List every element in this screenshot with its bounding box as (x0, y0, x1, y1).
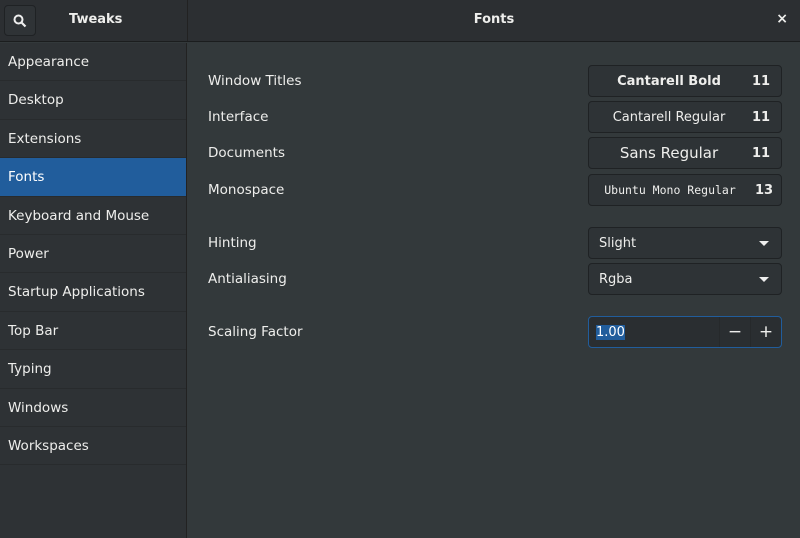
app-title: Tweaks (69, 12, 123, 27)
close-icon[interactable]: × (776, 11, 788, 27)
increment-button[interactable]: + (750, 317, 781, 347)
fonts-panel: Window Titles Cantarell Bold 11 Interfac… (188, 43, 800, 538)
sidebar-item-top-bar[interactable]: Top Bar (0, 312, 186, 351)
sidebar-item-startup-applications[interactable]: Startup Applications (0, 273, 186, 312)
antialiasing-value: Rgba (599, 271, 633, 287)
sidebar-item-windows[interactable]: Windows (0, 389, 186, 427)
font-name: Ubuntu Mono Regular (604, 183, 736, 197)
font-name: Cantarell Bold (617, 73, 721, 89)
antialiasing-label: Antialiasing (208, 271, 287, 287)
scaling-row: Scaling Factor 1.00 − + (208, 316, 782, 348)
interface-label: Interface (208, 109, 269, 125)
font-size: 11 (751, 73, 771, 89)
header-bar: Tweaks Fonts × (0, 0, 800, 42)
decrement-button[interactable]: − (719, 317, 750, 347)
font-name: Cantarell Regular (612, 109, 726, 125)
documents-label: Documents (208, 145, 285, 161)
search-button[interactable] (4, 5, 36, 36)
antialiasing-row: Antialiasing Rgba (208, 263, 782, 295)
monospace-row: Monospace Ubuntu Mono Regular 13 (208, 174, 782, 206)
hinting-label: Hinting (208, 235, 257, 251)
page-title: Fonts (473, 12, 515, 27)
interface-row: Interface Cantarell Regular 11 (208, 101, 782, 133)
monospace-font-button[interactable]: Ubuntu Mono Regular 13 (588, 174, 782, 206)
scaling-input[interactable]: 1.00 (589, 324, 719, 340)
documents-row: Documents Sans Regular 11 (208, 137, 782, 169)
search-icon (13, 14, 27, 27)
scaling-label: Scaling Factor (208, 324, 303, 340)
sidebar-item-typing[interactable]: Typing (0, 350, 186, 389)
chevron-down-icon (759, 240, 769, 246)
sidebar-item-desktop[interactable]: Desktop (0, 81, 186, 120)
sidebar-item-fonts[interactable]: Fonts (0, 158, 186, 197)
hinting-row: Hinting Slight (208, 227, 782, 259)
sidebar-item-keyboard-and-mouse[interactable]: Keyboard and Mouse (0, 197, 186, 235)
antialiasing-dropdown[interactable]: Rgba (588, 263, 782, 295)
sidebar-item-appearance[interactable]: Appearance (0, 43, 186, 82)
font-name: Sans Regular (619, 144, 719, 162)
chevron-down-icon (759, 276, 769, 282)
documents-font-button[interactable]: Sans Regular 11 (588, 137, 782, 169)
sidebar-item-workspaces[interactable]: Workspaces (0, 427, 186, 466)
font-size: 11 (751, 145, 771, 161)
header-right: Fonts × (188, 0, 800, 41)
sidebar: Appearance Desktop Extensions Fonts Keyb… (0, 43, 187, 538)
hinting-dropdown[interactable]: Slight (588, 227, 782, 259)
header-left: Tweaks (0, 0, 188, 41)
window-titles-row: Window Titles Cantarell Bold 11 (208, 65, 782, 97)
sidebar-item-power[interactable]: Power (0, 235, 186, 274)
hinting-value: Slight (599, 235, 637, 251)
font-size: 11 (751, 109, 771, 125)
monospace-label: Monospace (208, 182, 285, 198)
scaling-value: 1.00 (596, 324, 625, 340)
font-size: 13 (754, 182, 774, 198)
interface-font-button[interactable]: Cantarell Regular 11 (588, 101, 782, 133)
sidebar-item-extensions[interactable]: Extensions (0, 120, 186, 159)
window-titles-font-button[interactable]: Cantarell Bold 11 (588, 65, 782, 97)
scaling-factor-spinbutton[interactable]: 1.00 − + (588, 316, 782, 348)
window-titles-label: Window Titles (208, 73, 302, 89)
